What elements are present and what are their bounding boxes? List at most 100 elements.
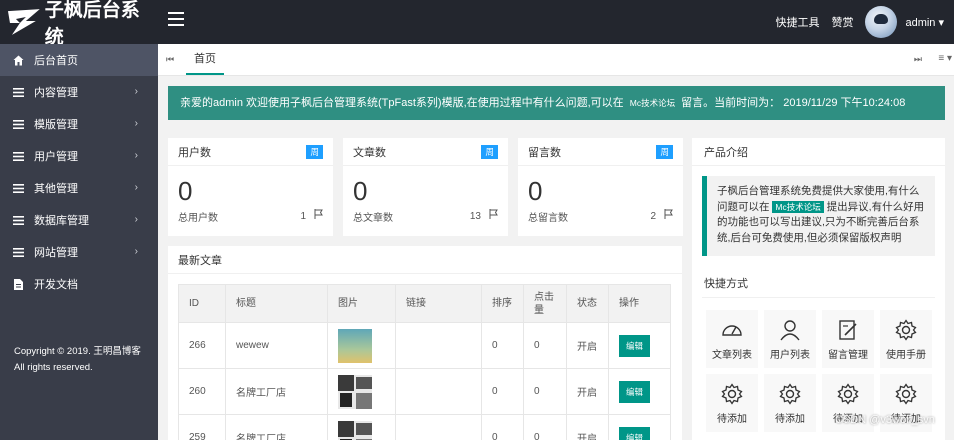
flag-icon xyxy=(664,209,673,222)
shortcut-label: 留言管理 xyxy=(828,350,868,361)
list-icon xyxy=(12,246,24,258)
article-thumbnail[interactable] xyxy=(338,420,372,440)
column-header: ID xyxy=(178,284,226,323)
sidebar-item-templates[interactable]: 模版管理 › xyxy=(0,108,158,140)
chevron-right-icon: › xyxy=(134,246,138,257)
shortcut-label: 用户列表 xyxy=(770,350,810,361)
cell-title: 名牌工厂店 xyxy=(225,414,328,440)
table-row: 259 名牌工厂店 0 0 开启 编辑 xyxy=(178,414,671,440)
stat-title: 用户数 xyxy=(178,146,211,159)
sidebar-item-database[interactable]: 数据库管理 › xyxy=(0,204,158,236)
stat-value: 0 xyxy=(353,176,368,206)
gear-icon xyxy=(895,383,917,405)
top-right-nav: 快捷工具 赞赏 admin ▾ xyxy=(775,0,954,44)
cell-status: 开启 xyxy=(566,368,609,415)
column-header: 排序 xyxy=(481,284,524,323)
sidebar-item-docs[interactable]: 开发文档 xyxy=(0,268,158,300)
stat-card-articles: 文章数 周 0 总文章数 13 xyxy=(343,138,508,236)
cell-clicks: 0 xyxy=(523,322,567,369)
cell-image xyxy=(327,414,396,440)
flag-icon xyxy=(489,209,498,222)
shortcut-placeholder[interactable]: 待添加 xyxy=(764,374,816,432)
chevron-right-icon: › xyxy=(134,182,138,193)
welcome-notice: 亲爱的admin 欢迎使用子枫后台管理系统(TpFast系列)模版,在使用过程中… xyxy=(168,86,945,120)
sidebar-item-label: 后台首页 xyxy=(34,55,78,67)
article-thumbnail[interactable] xyxy=(338,374,372,409)
latest-articles-panel: 最新文章 ID 标题 图片 链接 排序 点击量 状态 操作 266 wewew … xyxy=(168,246,682,440)
shortcut-messages[interactable]: 留言管理 xyxy=(822,310,874,368)
shortcut-user-list[interactable]: 用户列表 xyxy=(764,310,816,368)
sidebar-item-home[interactable]: 后台首页 xyxy=(0,44,158,76)
sidebar-item-users[interactable]: 用户管理 › xyxy=(0,140,158,172)
quick-tools-link[interactable]: 快捷工具 xyxy=(775,14,819,30)
cell-clicks: 0 xyxy=(523,368,567,415)
home-icon xyxy=(12,54,24,66)
column-header: 标题 xyxy=(225,284,328,323)
edit-button[interactable]: 编辑 xyxy=(619,426,651,440)
sidebar-item-label: 开发文档 xyxy=(34,279,78,291)
logo-icon xyxy=(7,9,40,35)
tabs-bar: ⏮ 首页 ⏭ ≡ ▾ xyxy=(158,44,954,76)
edit-button[interactable]: 编辑 xyxy=(619,380,651,403)
stat-value: 0 xyxy=(178,176,193,206)
copyright-line: Copyright © 2019. 王明昌博客 xyxy=(14,346,141,357)
cell-action: 编辑 xyxy=(608,414,671,440)
week-badge: 周 xyxy=(481,144,498,159)
current-time: 2019/11/29 下午10:24:08 xyxy=(783,97,906,109)
user-menu[interactable]: admin ▾ xyxy=(905,16,944,29)
list-icon xyxy=(12,86,24,98)
stat-value: 0 xyxy=(528,176,543,206)
column-header: 链接 xyxy=(395,284,482,323)
cell-id: 266 xyxy=(178,322,226,369)
avatar[interactable] xyxy=(865,6,898,38)
sidebar-item-label: 其他管理 xyxy=(34,183,78,195)
table-row: 260 名牌工厂店 0 0 开启 编辑 xyxy=(178,368,671,415)
sidebar-item-label: 内容管理 xyxy=(34,87,78,99)
stat-card-messages: 留言数 周 0 总留言数 2 xyxy=(518,138,683,236)
tab-home[interactable]: 首页 xyxy=(186,44,224,75)
list-icon xyxy=(12,214,24,226)
product-intro-panel: 产品介绍 子枫后台管理系统免费提供大家使用,有什么问题可以在 Mc技术论坛 提出… xyxy=(692,138,945,440)
chevron-right-icon: › xyxy=(134,118,138,129)
week-badge: 周 xyxy=(656,144,673,159)
shortcut-label: 文章列表 xyxy=(712,350,752,361)
chevron-right-icon: › xyxy=(134,214,138,225)
forum-link[interactable]: Mc技术论坛 xyxy=(772,200,824,213)
gear-icon xyxy=(895,319,917,341)
praise-link[interactable]: 赞赏 xyxy=(831,14,853,30)
edit-note-icon xyxy=(839,320,857,340)
shortcut-placeholder[interactable]: 待添加 xyxy=(706,374,758,432)
tab-menu-icon[interactable]: ≡ ▾ xyxy=(938,53,952,64)
menu-toggle-icon[interactable] xyxy=(168,12,184,26)
tab-next-icon[interactable]: ⏭ xyxy=(914,54,922,65)
user-icon xyxy=(780,320,800,341)
stat-footer-value: 2 xyxy=(650,211,656,222)
cell-title: 名牌工厂店 xyxy=(225,368,328,415)
shortcut-manual[interactable]: 使用手册 xyxy=(880,310,932,368)
column-header: 操作 xyxy=(608,284,671,323)
cell-clicks: 0 xyxy=(523,414,567,440)
edit-button[interactable]: 编辑 xyxy=(619,334,651,357)
flag-icon xyxy=(314,209,323,222)
logo[interactable]: 子枫后台系统 xyxy=(0,0,158,48)
list-icon xyxy=(12,118,24,130)
notice-text: 留言。当前时间为： xyxy=(681,97,781,109)
cell-image xyxy=(327,322,396,369)
forum-link[interactable]: Mc技术论坛 xyxy=(630,98,675,108)
stat-card-users: 用户数 周 0 总用户数 1 xyxy=(168,138,333,236)
shortcut-label: 使用手册 xyxy=(886,350,926,361)
sidebar-item-content[interactable]: 内容管理 › xyxy=(0,76,158,108)
gear-icon xyxy=(779,383,801,405)
chevron-right-icon: › xyxy=(134,150,138,161)
article-thumbnail[interactable] xyxy=(338,328,372,363)
cell-link xyxy=(395,414,482,440)
cell-id: 259 xyxy=(178,414,226,440)
panel-title: 产品介绍 xyxy=(704,146,748,159)
shortcut-article-list[interactable]: 文章列表 xyxy=(706,310,758,368)
gear-icon xyxy=(837,383,859,405)
list-icon xyxy=(12,182,24,194)
logo-text: 子枫后台系统 xyxy=(44,0,140,48)
sidebar-item-site[interactable]: 网站管理 › xyxy=(0,236,158,268)
sidebar-item-other[interactable]: 其他管理 › xyxy=(0,172,158,204)
tab-prev-icon[interactable]: ⏮ xyxy=(166,54,174,65)
